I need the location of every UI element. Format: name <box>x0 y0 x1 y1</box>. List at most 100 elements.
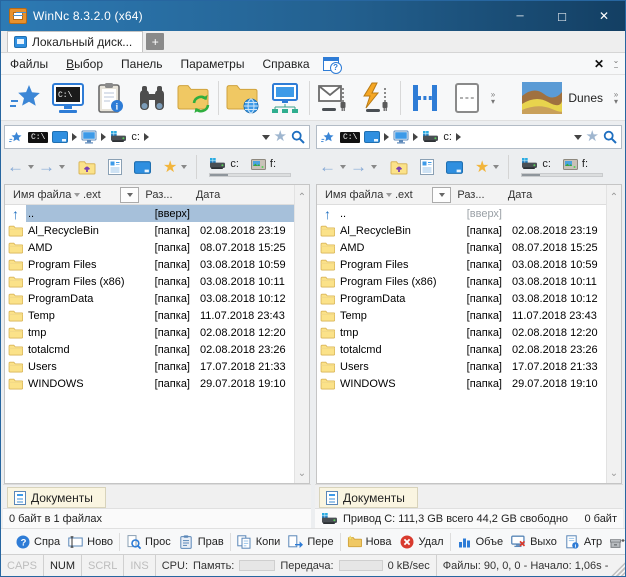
favorites-dropdown-icon[interactable] <box>181 165 187 169</box>
column-header-ext[interactable]: .ext <box>395 189 432 201</box>
favorite-toggle-icon[interactable]: ★ <box>586 130 599 144</box>
file-row[interactable]: Temp[папка]11.07.2018 23:43 <box>317 307 606 324</box>
help-window-icon[interactable] <box>323 57 339 71</box>
column-header-name[interactable]: Имя файла <box>5 189 83 201</box>
menu-select[interactable]: Выбор <box>57 55 112 73</box>
breadcrumb-chevron-icon[interactable] <box>101 133 106 141</box>
forward-button[interactable]: → <box>38 159 55 175</box>
maximize-button[interactable] <box>541 1 583 31</box>
file-row[interactable]: Temp[папка]11.07.2018 23:43 <box>5 307 294 324</box>
up-directory-button[interactable] <box>390 160 408 175</box>
favorites-star-button[interactable] <box>5 78 47 118</box>
tab-local-disk[interactable]: Локальный диск... <box>7 31 143 52</box>
column-header-ext[interactable]: .ext <box>83 189 120 201</box>
breadcrumb-dropdown-icon[interactable] <box>574 135 582 140</box>
menu-help[interactable]: Справка <box>253 55 318 73</box>
file-row[interactable]: WINDOWS[папка]29.07.2018 19:10 <box>5 375 294 392</box>
column-headers[interactable]: Имя файла .ext Раз... Дата <box>317 185 621 205</box>
search-icon[interactable] <box>603 130 617 144</box>
details-view-button[interactable] <box>108 159 122 175</box>
back-history-dropdown-icon[interactable] <box>28 165 34 169</box>
documents-tab[interactable]: Документы <box>319 487 418 508</box>
drive-button-c[interactable]: c: <box>205 157 243 171</box>
close-button[interactable] <box>583 1 625 31</box>
dos-path-badge[interactable]: C:\ <box>28 132 48 143</box>
archive-button[interactable]: Архи <box>606 533 625 551</box>
menubar-close-icon[interactable]: ✕ <box>589 57 609 71</box>
dos-prompt-button[interactable]: C:\ <box>47 78 89 118</box>
column-header-date[interactable]: Дата <box>508 189 605 201</box>
file-row[interactable]: Al_RecycleBin[папка]02.08.2018 23:19 <box>5 222 294 239</box>
drive-crumb-icon[interactable] <box>422 131 439 143</box>
shooting-star-icon[interactable] <box>9 131 24 144</box>
scroll-up-icon[interactable] <box>610 187 618 205</box>
column-header-date[interactable]: Дата <box>196 189 293 201</box>
toolbar-overflow-icon[interactable]: »▾ <box>611 91 621 105</box>
breadcrumb[interactable]: C:\ c: ★ <box>316 125 622 149</box>
file-row[interactable]: Users[папка]17.07.2018 21:33 <box>5 358 294 375</box>
desktop-icon[interactable] <box>52 131 68 143</box>
drive-button-f[interactable]: f: <box>559 157 592 171</box>
breadcrumb-chevron-icon[interactable] <box>456 133 461 141</box>
column-headers[interactable]: Имя файла .ext Раз... Дата <box>5 185 309 205</box>
minimize-button[interactable] <box>499 1 541 31</box>
file-row[interactable]: ..[вверх] <box>317 205 606 222</box>
vertical-scrollbar[interactable] <box>606 185 621 483</box>
up-directory-button[interactable] <box>78 160 96 175</box>
file-row[interactable]: Program Files (x86)[папка]03.08.2018 10:… <box>317 273 606 290</box>
column-header-size[interactable]: Раз... <box>457 189 508 201</box>
computer-icon[interactable] <box>393 130 409 144</box>
documents-tab[interactable]: Документы <box>7 487 106 508</box>
find-files-button[interactable] <box>131 78 173 118</box>
forward-button[interactable]: → <box>350 159 367 175</box>
details-view-button[interactable] <box>420 159 434 175</box>
favorite-toggle-icon[interactable]: ★ <box>274 130 287 144</box>
shooting-star-icon[interactable] <box>321 131 336 144</box>
file-row[interactable]: totalcmd[папка]02.08.2018 23:26 <box>5 341 294 358</box>
network-pc-button[interactable] <box>264 78 306 118</box>
file-row[interactable]: tmp[папка]02.08.2018 12:20 <box>317 324 606 341</box>
breadcrumb-chevron-icon[interactable] <box>413 133 418 141</box>
file-row[interactable]: WINDOWS[папка]29.07.2018 19:10 <box>317 375 606 392</box>
drive-button-f[interactable]: f: <box>247 157 280 171</box>
help-button[interactable]: ?Спра <box>11 533 64 551</box>
move-button[interactable]: Пере <box>284 533 337 551</box>
file-row[interactable]: Users[папка]17.07.2018 21:33 <box>317 358 606 375</box>
menu-files[interactable]: Файлы <box>1 55 57 73</box>
back-history-dropdown-icon[interactable] <box>340 165 346 169</box>
breadcrumb[interactable]: C:\ c: ★ <box>4 125 310 149</box>
new-tab-button[interactable]: + <box>146 33 164 50</box>
breadcrumb-chevron-icon[interactable] <box>384 133 389 141</box>
volume-button[interactable]: Объе <box>453 533 507 551</box>
drive-crumb-icon[interactable] <box>110 131 127 143</box>
favorites-dropdown-icon[interactable] <box>493 165 499 169</box>
drive-button-c[interactable]: c: <box>517 157 555 171</box>
vertical-scrollbar[interactable] <box>294 185 309 483</box>
split-file-button[interactable] <box>404 78 446 118</box>
mail-connection-button[interactable] <box>313 78 355 118</box>
file-row[interactable]: totalcmd[папка]02.08.2018 23:26 <box>317 341 606 358</box>
skin-selector[interactable]: Dunes <box>514 82 611 114</box>
search-icon[interactable] <box>291 130 305 144</box>
column-header-name[interactable]: Имя файла <box>317 189 395 201</box>
folder-web-button[interactable] <box>222 78 264 118</box>
dos-path-badge[interactable]: C:\ <box>340 132 360 143</box>
file-row[interactable]: Program Files[папка]03.08.2018 10:59 <box>317 256 606 273</box>
desktop-view-button[interactable] <box>446 161 463 174</box>
scroll-down-icon[interactable] <box>610 463 618 481</box>
column-options-dropdown[interactable] <box>432 187 451 203</box>
direct-connection-button[interactable] <box>355 78 397 118</box>
scroll-down-icon[interactable] <box>298 463 306 481</box>
file-row[interactable]: AMD[папка]08.07.2018 15:25 <box>5 239 294 256</box>
file-list[interactable]: ..[вверх] Al_RecycleBin[папка]02.08.2018… <box>317 205 621 483</box>
view-button[interactable]: Прос <box>122 533 175 551</box>
title-bar[interactable]: WinNc 8.3.2.0 (x64) <box>1 1 625 31</box>
copy-button[interactable]: Копи <box>233 533 285 551</box>
exit-button[interactable]: Выхо <box>507 533 561 551</box>
newfolder-button[interactable]: Нова <box>343 533 396 551</box>
scroll-up-icon[interactable] <box>298 187 306 205</box>
attributes-button[interactable]: iАтр <box>561 533 606 551</box>
delete-button[interactable]: Удал <box>396 533 448 551</box>
breadcrumb-chevron-icon[interactable] <box>144 133 149 141</box>
favorites-button[interactable]: ★ <box>163 160 177 175</box>
